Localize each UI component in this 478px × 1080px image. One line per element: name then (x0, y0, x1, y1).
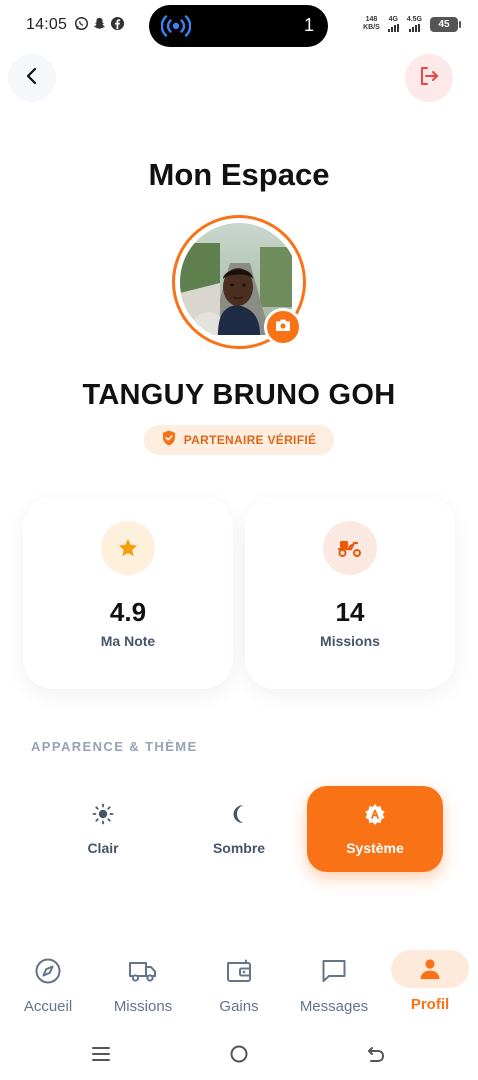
truck-icon (128, 956, 158, 986)
rating-value: 4.9 (109, 597, 147, 627)
camera-icon (275, 318, 291, 337)
nav-item-messages[interactable]: Messages (286, 940, 382, 1020)
rating-label: Ma Note (100, 633, 156, 649)
snapchat-icon (92, 16, 107, 31)
island-count: 1 (303, 15, 314, 35)
stat-card-missions: 14 Missions (245, 497, 455, 689)
verified-badge-label: PARTENAIRE VÉRIFIÉ (183, 433, 317, 447)
theme-option-dark[interactable]: Sombre (171, 786, 307, 872)
status-notification-icons (74, 16, 125, 31)
recent-apps-button[interactable] (89, 1044, 113, 1068)
verified-shield-icon (162, 430, 176, 451)
wallet-icon (225, 956, 253, 986)
compass-icon (34, 956, 62, 986)
user-name: TANGUY BRUNO GOH (82, 379, 396, 411)
stat-card-rating: 4.9 Ma Note (23, 497, 233, 689)
dynamic-island[interactable]: 1 (149, 5, 328, 47)
back-button[interactable] (8, 54, 56, 102)
nav-label: Gains (219, 998, 259, 1015)
nav-item-accueil[interactable]: Accueil (0, 940, 96, 1020)
chat-icon (320, 956, 348, 986)
menu-icon (91, 1045, 111, 1068)
nav-item-profil[interactable]: Profil (382, 940, 478, 1020)
status-time: 14:05 (26, 16, 68, 33)
verified-badge: PARTENAIRE VÉRIFIÉ (144, 425, 334, 455)
auto-theme-icon (364, 803, 386, 830)
theme-selector: Clair Sombre Système (32, 786, 444, 872)
facebook-icon (110, 16, 125, 31)
nav-label: Accueil (23, 998, 73, 1015)
person-icon (391, 950, 469, 988)
sun-icon (92, 803, 114, 830)
system-navigation-bar (0, 1036, 478, 1076)
nav-label: Messages (299, 998, 369, 1015)
chevron-left-icon (22, 66, 42, 91)
whatsapp-icon (74, 16, 89, 31)
nav-item-missions[interactable]: Missions (95, 940, 191, 1020)
status-right: 148 KB/S 4G 4.5G 45 (363, 16, 461, 32)
change-photo-button[interactable] (264, 308, 302, 346)
star-icon (101, 521, 155, 575)
broadcast-icon (160, 13, 192, 44)
logout-icon (418, 65, 440, 92)
logout-button[interactable] (405, 54, 453, 102)
appearance-section-label: APPARENCE & THÈME (31, 739, 198, 754)
theme-option-label: Système (346, 839, 404, 856)
bottom-navigation: Accueil Missions Gains Messages Profil (0, 940, 478, 1020)
status-bar: 14:05 1 148 KB/S 4G 4.5G 45 (0, 0, 478, 52)
theme-option-label: Clair (87, 839, 119, 856)
signal-icon: 4.5G (407, 16, 422, 32)
nav-label: Profil (410, 996, 450, 1013)
return-icon (366, 1044, 386, 1069)
missions-value: 14 (335, 597, 365, 627)
moon-icon (229, 803, 249, 830)
home-circle-icon (229, 1044, 249, 1069)
page-title: Mon Espace (148, 157, 330, 192)
nav-label: Missions (113, 998, 173, 1015)
home-button[interactable] (227, 1044, 251, 1068)
signal-icon: 4G (387, 16, 399, 32)
theme-option-label: Sombre (212, 839, 266, 856)
theme-option-system[interactable]: Système (307, 786, 443, 872)
scooter-icon (323, 521, 377, 575)
theme-option-light[interactable]: Clair (35, 786, 171, 872)
network-speed: 148 KB/S (363, 16, 380, 31)
missions-label: Missions (320, 633, 380, 649)
system-back-button[interactable] (364, 1044, 388, 1068)
battery-icon: 45 (430, 16, 461, 32)
nav-item-gains[interactable]: Gains (191, 940, 287, 1020)
